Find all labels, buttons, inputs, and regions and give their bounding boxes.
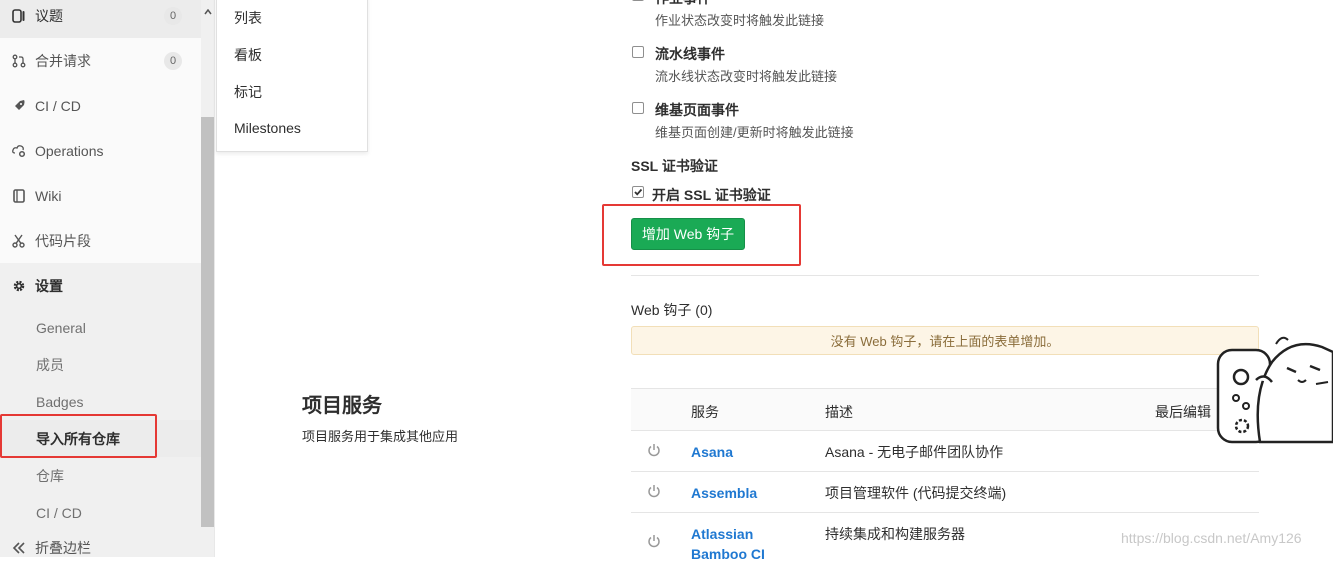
settings-sub-general[interactable]: General — [0, 309, 201, 346]
sidebar-item-settings[interactable]: 设置 — [0, 264, 201, 308]
sidebar-item-operations[interactable]: Operations — [0, 129, 201, 173]
settings-sub-members[interactable]: 成员 — [0, 346, 201, 383]
sidebar-item-label: CI / CD — [35, 98, 81, 114]
dropdown-item-milestones[interactable]: Milestones — [234, 120, 301, 136]
issues-dropdown-menu: 列表 看板 标记 Milestones — [216, 0, 368, 152]
dropdown-item-boards[interactable]: 看板 — [234, 45, 262, 65]
scroll-up-arrow-icon[interactable] — [204, 2, 212, 15]
service-description: Asana - 无电子邮件团队协作 — [825, 444, 1004, 460]
service-link-assembla[interactable]: Assembla — [691, 483, 757, 503]
webhooks-heading: Web 钩子 (0) — [631, 302, 713, 318]
event-title: 作业事件 — [655, 0, 711, 8]
merge-request-icon — [11, 53, 27, 69]
scissors-icon — [11, 233, 27, 249]
issues-icon — [11, 8, 27, 24]
job-events-checkbox[interactable] — [632, 0, 644, 1]
wiki-page-events-checkbox[interactable] — [632, 102, 644, 114]
settings-sub-repository[interactable]: 仓库 — [0, 457, 201, 494]
service-link-bamboo[interactable]: Atlassian Bamboo CI — [691, 524, 781, 564]
sidebar: 议题 0 合并请求 0 CI / CD Operations Wiki 代码片段 — [0, 0, 215, 557]
column-header-description: 描述 — [825, 404, 853, 420]
checkmark-icon — [634, 188, 643, 196]
service-description: 项目管理软件 (代码提交终端) — [825, 485, 1007, 501]
sidebar-item-label: 议题 — [35, 8, 63, 24]
power-icon — [648, 444, 660, 457]
book-icon — [11, 188, 27, 204]
sidebar-item-ci-cd[interactable]: CI / CD — [0, 84, 201, 128]
sidebar-item-label: Operations — [35, 143, 104, 159]
column-header-service: 服务 — [691, 404, 719, 420]
event-title: 流水线事件 — [655, 46, 725, 62]
gear-icon — [11, 278, 27, 294]
issues-count-badge: 0 — [164, 7, 182, 25]
sidebar-item-merge-requests[interactable]: 合并请求 0 — [0, 39, 201, 83]
highlight-annotation — [0, 414, 157, 458]
table-row: Asana Asana - 无电子邮件团队协作 — [631, 430, 1259, 472]
project-services-description: 项目服务用于集成其他应用 — [302, 429, 459, 444]
section-divider — [631, 275, 1259, 276]
power-icon — [648, 535, 660, 548]
sidebar-scrollbar-thumb[interactable] — [201, 117, 214, 527]
highlight-annotation — [602, 204, 801, 266]
double-chevron-left-icon — [11, 540, 27, 556]
ssl-verification-heading: SSL 证书验证 — [631, 158, 718, 174]
event-description: 作业状态改变时将触发此链接 — [655, 13, 825, 28]
collapse-sidebar-button[interactable]: 折叠边栏 — [0, 533, 201, 557]
floating-mascot-widget[interactable] — [1212, 332, 1333, 452]
column-header-last-edit: 最后编辑 — [1155, 404, 1211, 420]
ssl-verification-checkbox[interactable] — [632, 186, 644, 198]
event-title: 维基页面事件 — [655, 102, 739, 118]
dropdown-item-labels[interactable]: 标记 — [234, 82, 262, 102]
event-description: 流水线状态改变时将触发此链接 — [655, 69, 838, 84]
sidebar-item-label: 代码片段 — [35, 233, 91, 249]
power-icon — [648, 485, 660, 498]
services-table-header: 服务 描述 最后编辑 — [631, 388, 1259, 431]
project-services-title: 项目服务 — [302, 395, 382, 417]
ssl-verification-label: 开启 SSL 证书验证 — [652, 187, 771, 203]
dropdown-item-list[interactable]: 列表 — [234, 8, 262, 28]
settings-sub-ci-cd[interactable]: CI / CD — [0, 494, 201, 531]
pipeline-events-checkbox[interactable] — [632, 46, 644, 58]
cloud-gear-icon — [11, 143, 27, 159]
rocket-icon — [11, 98, 27, 114]
event-description: 维基页面创建/更新时将触发此链接 — [655, 125, 854, 140]
table-row: Assembla 项目管理软件 (代码提交终端) — [631, 471, 1259, 513]
sidebar-item-issues[interactable]: 议题 0 — [0, 0, 201, 38]
sidebar-item-label: 合并请求 — [35, 53, 91, 69]
collapse-sidebar-label: 折叠边栏 — [35, 540, 91, 556]
sidebar-item-label: 设置 — [35, 278, 63, 294]
service-link-asana[interactable]: Asana — [691, 442, 733, 462]
service-description: 持续集成和构建服务器 — [825, 526, 965, 542]
merge-requests-count-badge: 0 — [164, 52, 182, 70]
sidebar-item-label: Wiki — [35, 188, 62, 204]
sidebar-item-wiki[interactable]: Wiki — [0, 174, 201, 218]
sidebar-item-snippets[interactable]: 代码片段 — [0, 219, 201, 263]
watermark: https://blog.csdn.net/Amy126 — [1121, 530, 1302, 546]
no-webhooks-alert: 没有 Web 钩子，请在上面的表单增加。 — [631, 326, 1259, 355]
